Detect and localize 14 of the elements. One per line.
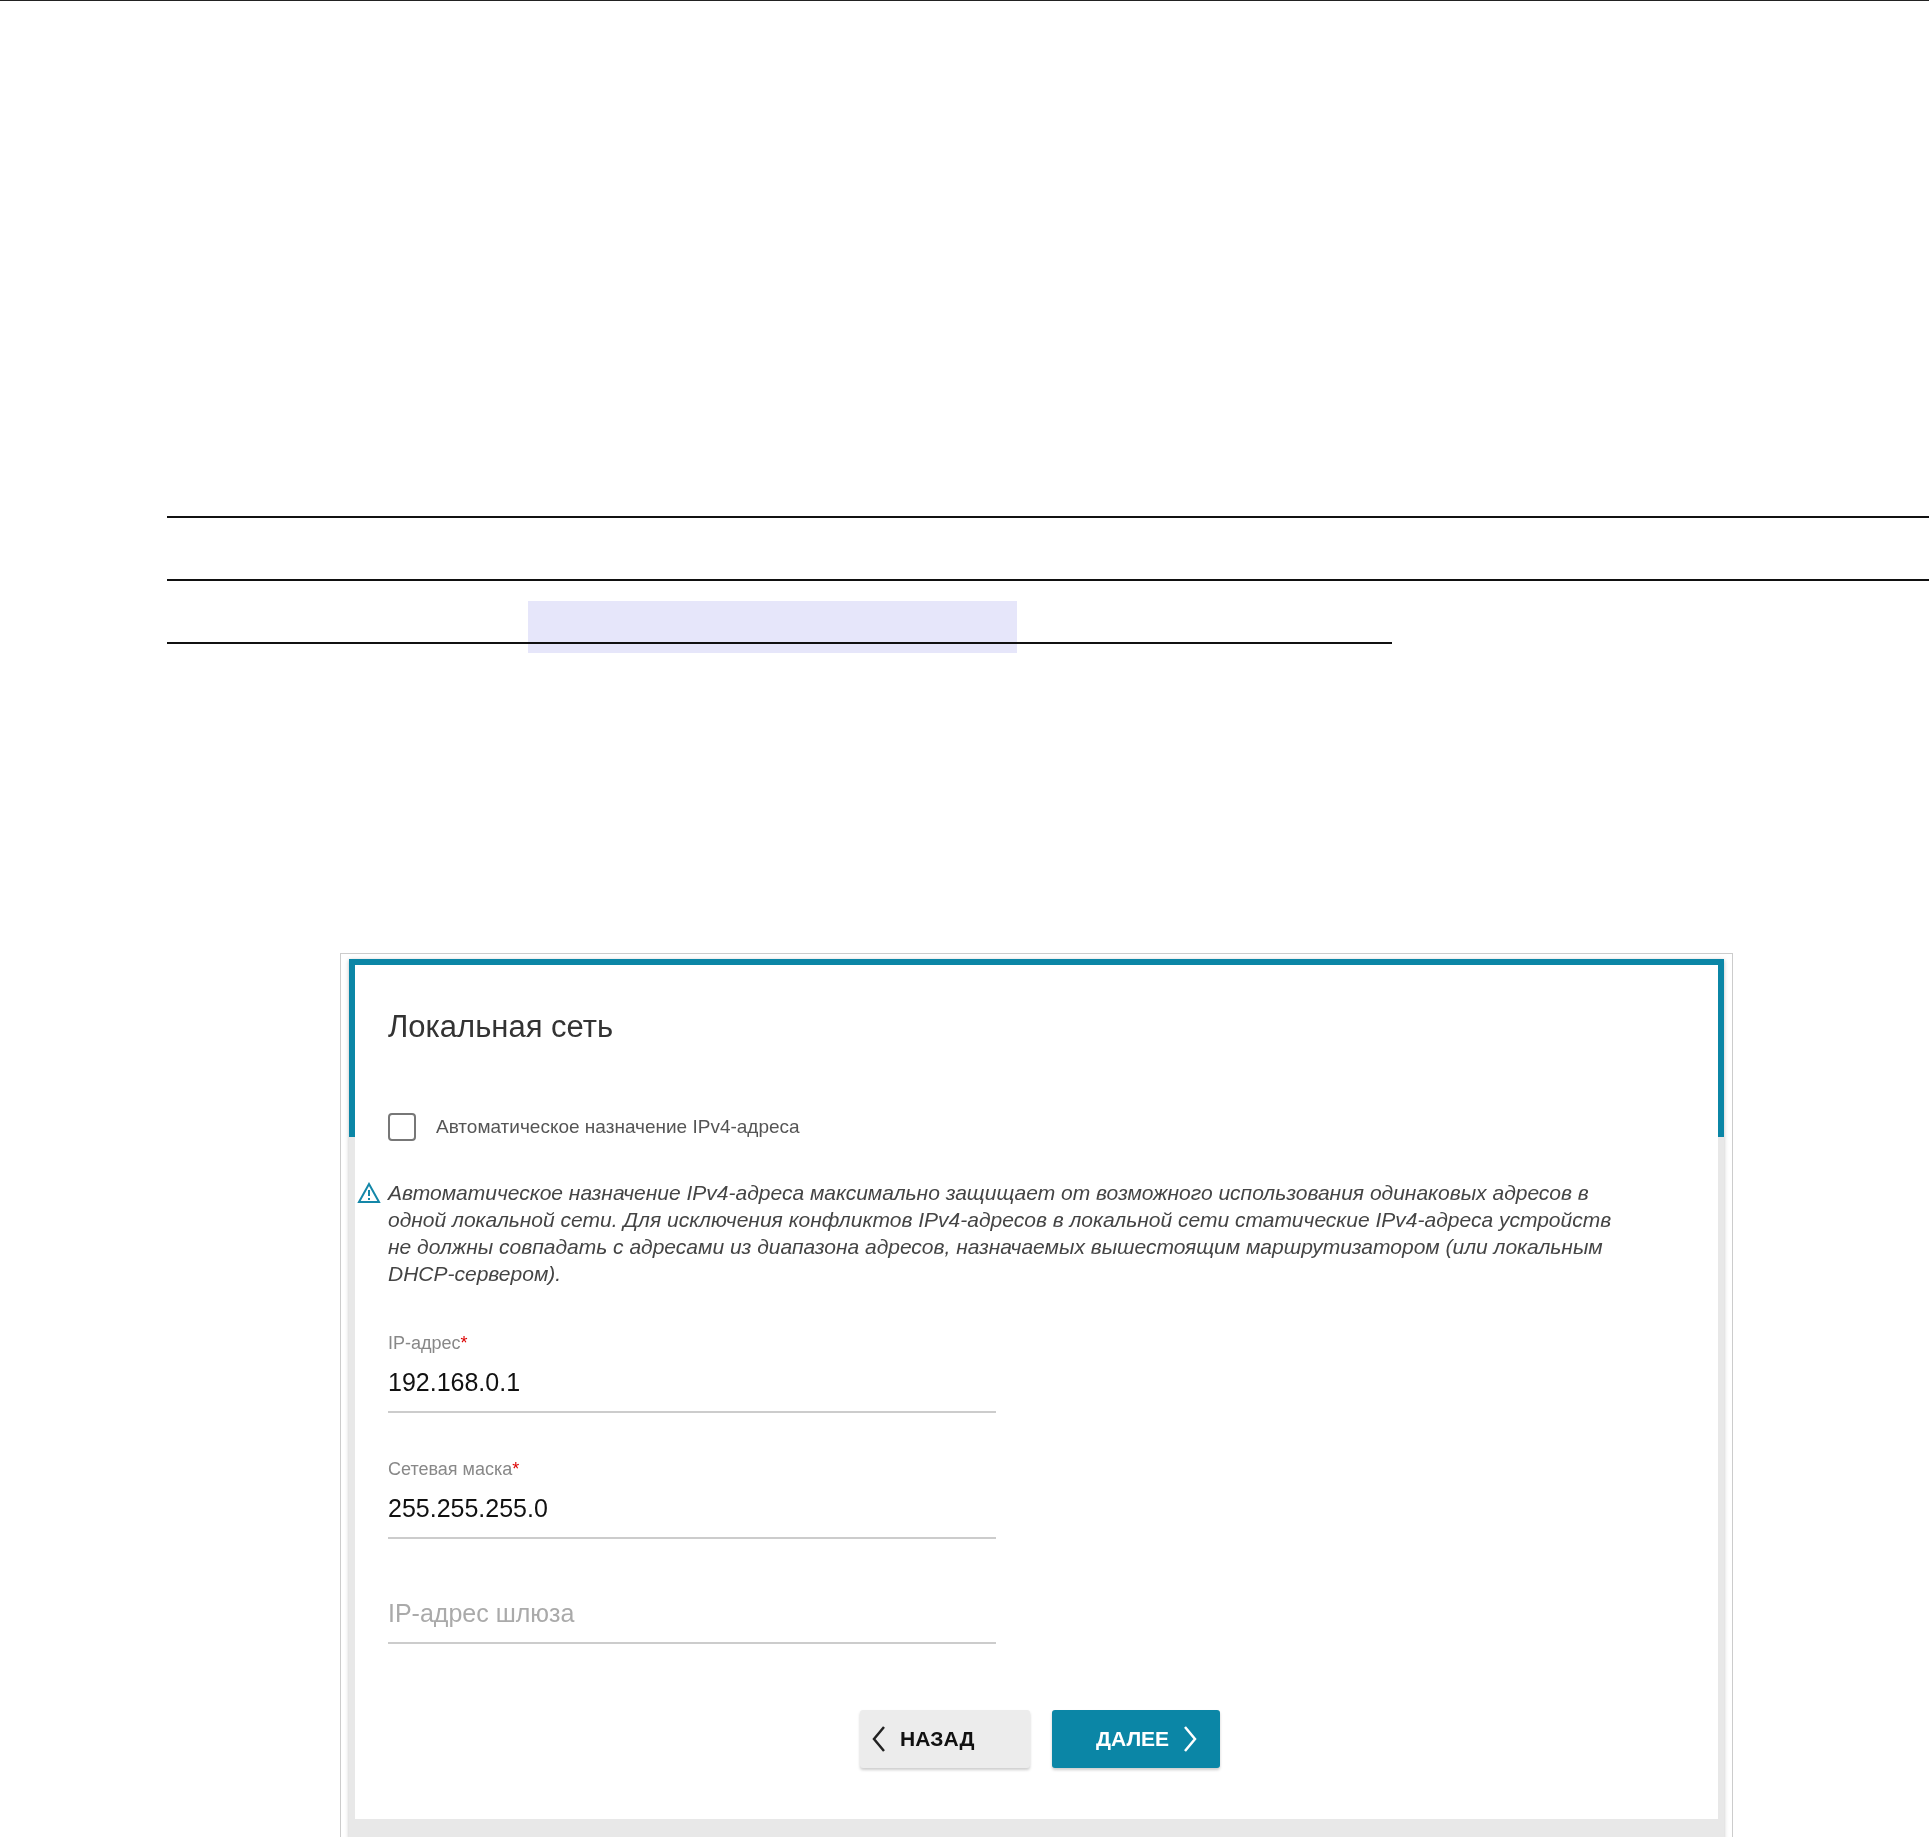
- input-field[interactable]: 255.255.255.0: [388, 1480, 996, 1539]
- warning-icon: [356, 1182, 382, 1204]
- chevron-left-icon: [872, 1725, 886, 1753]
- input-field[interactable]: IP-адрес шлюза: [388, 1585, 996, 1644]
- panel-title: Локальная сеть: [388, 1009, 615, 1045]
- input-field[interactable]: 192.168.0.1: [388, 1354, 996, 1413]
- checkbox-label: Автоматическое назначение IPv4-адреса: [436, 1116, 800, 1138]
- chevron-right-icon: [1183, 1725, 1198, 1753]
- warning-text: Автоматическое назначение IPv4-адреса максимально защищает от возможного использования одинаковых адресов в одной локальной сети. Для исключения конфликтов IPv4-адресов в локальной сети статические IPv4-адреса устройств не должны совпадать с адресами из диапазона адресов, назначаемых вышестоящим маршрутизатором (или локальным DHCP-сервером).: [388, 1180, 1613, 1287]
- field-label: Сетевая маска*: [388, 1459, 521, 1480]
- field-label: IP-адрес*: [388, 1333, 469, 1354]
- checkbox[interactable]: [388, 1113, 416, 1141]
- next-button[interactable]: ДАЛЕЕ: [1052, 1710, 1220, 1768]
- back-button[interactable]: НАЗАД: [860, 1710, 1030, 1768]
